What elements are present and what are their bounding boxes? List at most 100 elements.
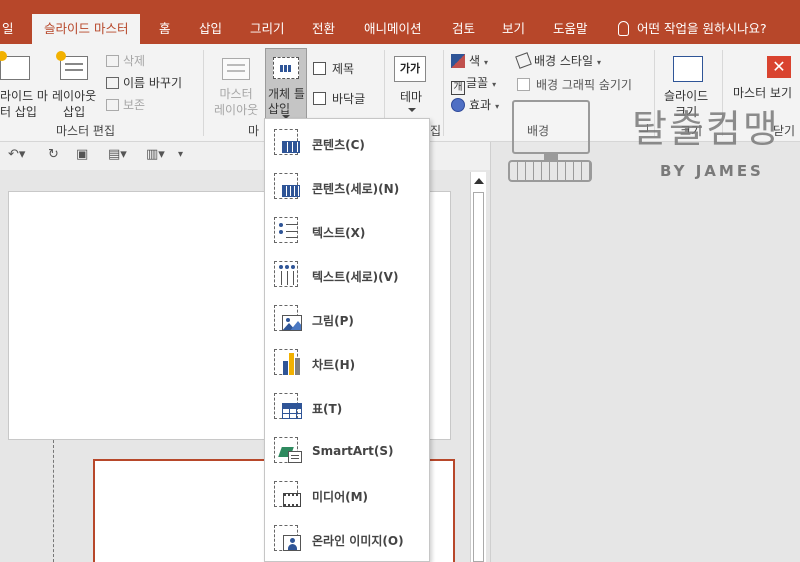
preserve-button[interactable]: 보존 xyxy=(106,96,145,112)
tab-file[interactable]: 일 xyxy=(2,0,14,44)
tell-me-text: 어떤 작업을 원하시나요? xyxy=(637,21,767,36)
tab-slide-master[interactable]: 슬라이드 마스터 xyxy=(32,14,141,44)
undo-icon[interactable]: ↶▾ xyxy=(8,147,25,162)
table-placeholder-icon xyxy=(274,393,304,423)
menu-item-label: 콘텐츠(세로)(N) xyxy=(312,182,400,196)
menu-item-label: 텍스트(세로)(V) xyxy=(312,270,399,284)
rename-label: 이름 바꾸기 xyxy=(123,76,183,90)
menu-item-content[interactable]: 콘텐츠(C) xyxy=(265,123,429,167)
menu-item-label: 그림(P) xyxy=(312,314,354,328)
menu-item-media[interactable]: 미디어(M) xyxy=(265,475,429,519)
paint-bucket-icon xyxy=(515,52,532,69)
redo-icon[interactable]: ↻ xyxy=(48,147,59,162)
new-slide-icon[interactable]: ▥▾ xyxy=(146,147,165,162)
presentation-icon[interactable]: ▤▾ xyxy=(108,147,127,162)
fonts-icon: 개 xyxy=(451,81,465,95)
title-checkbox-box xyxy=(313,62,326,75)
insert-placeholder-button[interactable]: 개체 틀 삽입 xyxy=(265,48,307,120)
content-vertical-placeholder-icon xyxy=(274,173,304,203)
group-label-edit-theme: 집 xyxy=(430,124,442,138)
menu-item-chart[interactable]: 차트(H) xyxy=(265,343,429,387)
watermark-subtitle: BY JAMES xyxy=(660,162,764,180)
hide-background-graphics-label: 배경 그래픽 숨기기 xyxy=(536,78,632,92)
menu-item-text-vertical[interactable]: 텍스트(세로)(V) xyxy=(265,255,429,299)
tab-view[interactable]: 보기 xyxy=(502,0,525,44)
insert-slide-master-button[interactable]: 라이드 마 터 삽입 xyxy=(0,48,48,119)
chart-placeholder-icon xyxy=(274,349,304,379)
menu-item-content-vertical[interactable]: 콘텐츠(세로)(N) xyxy=(265,167,429,211)
watermark-title: 탈출컴맹 xyxy=(632,107,780,151)
customize-qat-icon[interactable]: ▾ xyxy=(178,149,183,160)
fonts-button[interactable]: 개 글꼴 ▾ xyxy=(451,74,496,95)
theme-icon: 가가 xyxy=(394,56,426,82)
right-pane xyxy=(490,142,800,562)
guide-line xyxy=(53,440,54,562)
effects-icon xyxy=(451,98,465,112)
placeholder-icon xyxy=(273,57,299,79)
tab-review[interactable]: 검토 xyxy=(452,0,475,44)
vertical-scrollbar[interactable] xyxy=(470,172,486,562)
tab-draw[interactable]: 그리기 xyxy=(250,0,285,44)
menu-item-table[interactable]: 표(T) xyxy=(265,387,429,431)
menu-item-label: 차트(H) xyxy=(312,358,356,372)
ribbon-tab-bar: 일 슬라이드 마스터 홈 삽입 그리기 전환 애니메이션 검토 보기 도움말 어… xyxy=(0,0,800,44)
menu-item-picture[interactable]: 그림(P) xyxy=(265,299,429,343)
title-checkbox-label: 제목 xyxy=(332,62,355,76)
master-layout-label: 마스터 레이아웃 xyxy=(214,87,259,117)
theme-dropdown-arrow-icon xyxy=(408,108,416,112)
online-image-placeholder-icon xyxy=(274,525,304,555)
text-vertical-placeholder-icon xyxy=(274,261,304,291)
close-master-view-icon[interactable]: ✕ xyxy=(767,56,791,78)
preserve-label: 보존 xyxy=(123,98,146,112)
delete-button[interactable]: 삭제 xyxy=(106,52,145,68)
master-layout-button[interactable]: 마스터 레이아웃 xyxy=(210,48,262,120)
colors-button[interactable]: 색 ▾ xyxy=(451,52,488,68)
hide-background-graphics-box xyxy=(517,78,530,91)
menu-item-label: 콘텐츠(C) xyxy=(312,138,365,152)
menu-item-label: 표(T) xyxy=(312,402,343,416)
tab-transitions[interactable]: 전환 xyxy=(312,0,335,44)
tab-insert[interactable]: 삽입 xyxy=(199,0,222,44)
theme-button[interactable]: 가가 테마 xyxy=(392,48,430,120)
menu-item-smartart[interactable]: SmartArt(S) xyxy=(265,431,429,475)
scrollbar-thumb[interactable] xyxy=(473,192,484,562)
footer-checkbox[interactable]: 바닥글 xyxy=(313,90,365,106)
insert-layout-label: 레이아웃 삽입 xyxy=(52,89,97,119)
delete-icon xyxy=(106,55,119,67)
group-separator xyxy=(443,50,444,136)
tell-me-box[interactable]: 어떤 작업을 원하시나요? xyxy=(618,14,767,44)
master-layout-icon xyxy=(222,58,250,80)
tab-help[interactable]: 도움말 xyxy=(553,0,588,44)
lightbulb-icon xyxy=(618,21,629,36)
media-placeholder-icon xyxy=(274,481,304,511)
menu-item-label: SmartArt(S) xyxy=(312,444,394,458)
effects-button[interactable]: 효과 ▾ xyxy=(451,96,499,112)
layout-icon xyxy=(56,51,88,80)
insert-slide-master-label: 라이드 마 터 삽입 xyxy=(0,89,48,119)
pin-icon xyxy=(106,99,119,111)
delete-label: 삭제 xyxy=(123,54,146,68)
menu-item-text[interactable]: 텍스트(X) xyxy=(265,211,429,255)
picture-placeholder-icon xyxy=(274,305,304,335)
group-separator xyxy=(203,50,204,136)
colors-icon xyxy=(451,54,465,68)
fonts-label: 글꼴 xyxy=(466,76,489,90)
computer-monitor-icon xyxy=(512,100,590,154)
insert-placeholder-label: 개체 틀 삽입 xyxy=(268,87,305,116)
insert-layout-button[interactable]: 레이아웃 삽입 xyxy=(50,48,102,119)
slide-master-icon xyxy=(0,51,30,80)
background-styles-button[interactable]: 배경 스타일 ▾ xyxy=(515,52,601,69)
colors-label: 색 xyxy=(469,54,481,68)
start-from-beginning-icon[interactable]: ▣ xyxy=(76,147,88,162)
hide-background-graphics-checkbox[interactable]: 배경 그래픽 숨기기 xyxy=(517,76,632,92)
rename-button[interactable]: 이름 바꾸기 xyxy=(106,74,182,90)
tab-home[interactable]: 홈 xyxy=(159,0,171,44)
title-checkbox[interactable]: 제목 xyxy=(313,60,354,76)
menu-item-online-image[interactable]: 온라인 이미지(O) xyxy=(265,519,429,562)
group-label-master-layout: 마 xyxy=(248,124,260,138)
tab-animations[interactable]: 애니메이션 xyxy=(364,0,422,44)
smartart-placeholder-icon xyxy=(274,437,304,467)
scroll-up-arrow-icon[interactable] xyxy=(474,178,484,184)
menu-item-label: 텍스트(X) xyxy=(312,226,366,240)
theme-label: 테마 xyxy=(400,90,423,104)
